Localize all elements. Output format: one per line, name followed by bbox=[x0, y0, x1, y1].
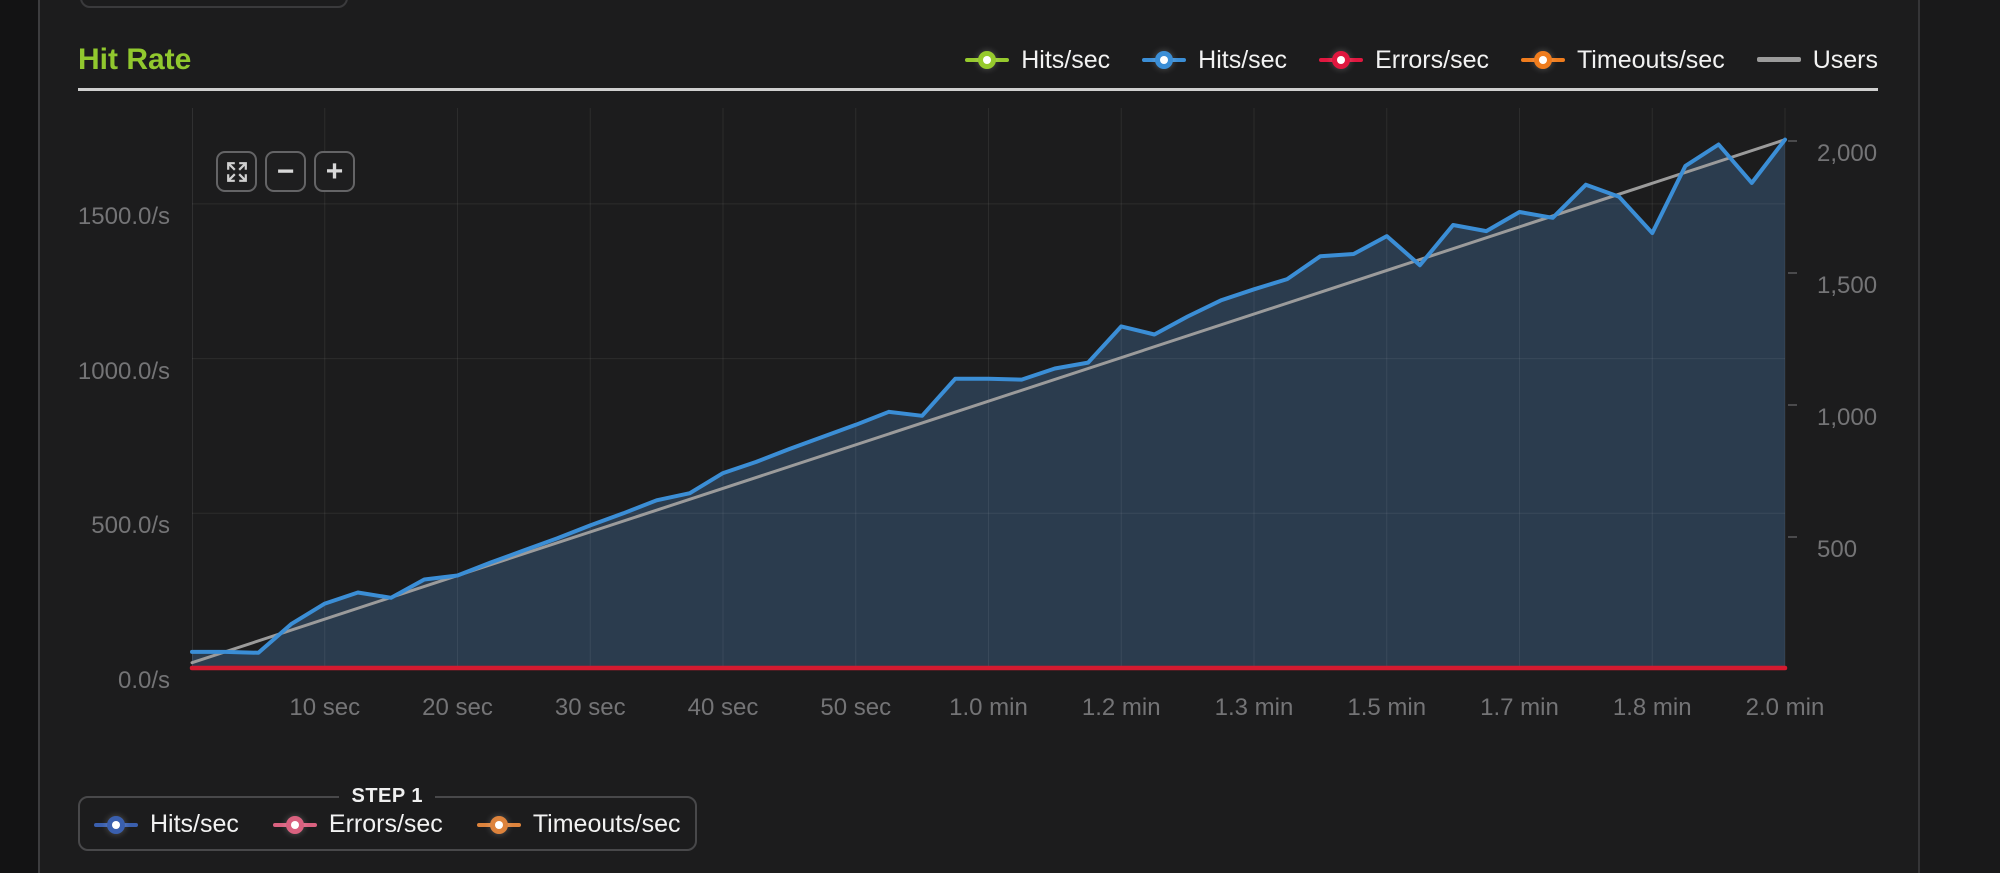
x-axis-label: 2.0 min bbox=[1746, 694, 1825, 722]
x-axis-label: 1.7 min bbox=[1480, 694, 1559, 722]
reset-zoom-button[interactable] bbox=[216, 151, 257, 192]
y-axis-left-labels: 0.0/s 500.0/s 1000.0/s 1500.0/s bbox=[0, 0, 170, 873]
legend-item-label: Timeouts/sec bbox=[533, 810, 681, 839]
x-axis-label: 10 sec bbox=[289, 694, 360, 722]
legend-item-timeouts-sec[interactable]: Timeouts/sec bbox=[1521, 46, 1725, 75]
legend-item-timeouts-sec[interactable]: Timeouts/sec bbox=[477, 810, 681, 839]
legend-item-errors-sec[interactable]: Errors/sec bbox=[1319, 46, 1489, 75]
y-axis-right-tick bbox=[1788, 404, 1797, 406]
x-axis-label: 1.0 min bbox=[949, 694, 1028, 722]
y-axis-left-label: 1000.0/s bbox=[78, 358, 170, 386]
legend-item-label: Hits/sec bbox=[1021, 46, 1110, 75]
x-axis-label: 1.3 min bbox=[1215, 694, 1294, 722]
y-axis-right-label: 1,500 bbox=[1817, 272, 1877, 300]
y-axis-left-label: 500.0/s bbox=[91, 512, 170, 540]
zoom-controls: − + bbox=[216, 151, 355, 192]
y-axis-right-tick bbox=[1788, 272, 1797, 274]
hit-rate-plot-area[interactable] bbox=[192, 108, 1785, 668]
x-axis-label: 50 sec bbox=[820, 694, 891, 722]
x-axis-label: 1.8 min bbox=[1613, 694, 1692, 722]
x-axis-label: 1.2 min bbox=[1082, 694, 1161, 722]
legend-item-hits-sec[interactable]: Hits/sec bbox=[94, 810, 239, 839]
title-underline bbox=[78, 88, 1878, 91]
legend-item-label: Errors/sec bbox=[329, 810, 443, 839]
x-axis-label: 40 sec bbox=[688, 694, 759, 722]
y-axis-right-labels: 500 1,000 1,500 2,000 bbox=[1817, 0, 1997, 873]
chart-legend-top: Hits/secHits/secErrors/secTimeouts/secUs… bbox=[965, 46, 1878, 75]
legend-item-label: Timeouts/sec bbox=[1577, 46, 1725, 75]
legend-marker-icon bbox=[1319, 50, 1363, 70]
legend-marker-icon bbox=[273, 815, 317, 835]
y-axis-right-label: 500 bbox=[1817, 536, 1857, 564]
legend-item-hits-sec[interactable]: Hits/sec bbox=[965, 46, 1110, 75]
x-axis-label: 30 sec bbox=[555, 694, 626, 722]
legend-marker-icon bbox=[1142, 50, 1186, 70]
step-legend-title: STEP 1 bbox=[339, 785, 435, 808]
legend-marker-icon bbox=[965, 50, 1009, 70]
legend-item-hits-sec[interactable]: Hits/sec bbox=[1142, 46, 1287, 75]
zoom-in-button[interactable]: + bbox=[314, 151, 355, 192]
step-legend-items: Hits/sec Errors/sec Timeouts/sec bbox=[94, 808, 681, 839]
expand-arrows-icon bbox=[226, 161, 248, 183]
step-legend-box: STEP 1 Hits/sec Errors/sec Timeouts/sec bbox=[78, 785, 697, 851]
y-axis-right-label: 1,000 bbox=[1817, 404, 1877, 432]
y-axis-left-label: 0.0/s bbox=[118, 667, 170, 695]
panel-header: Hit Rate Hits/secHits/secErrors/secTimeo… bbox=[78, 34, 1878, 86]
legend-marker-icon bbox=[1521, 50, 1565, 70]
y-axis-right-label: 2,000 bbox=[1817, 140, 1877, 168]
y-axis-right-tick bbox=[1788, 140, 1797, 142]
legend-marker-icon bbox=[94, 815, 138, 835]
legend-item-label: Hits/sec bbox=[150, 810, 239, 839]
legend-marker-icon bbox=[477, 815, 521, 835]
y-axis-left-label: 1500.0/s bbox=[78, 203, 170, 231]
legend-item-label: Errors/sec bbox=[1375, 46, 1489, 75]
x-axis-label: 20 sec bbox=[422, 694, 493, 722]
legend-item-errors-sec[interactable]: Errors/sec bbox=[273, 810, 443, 839]
zoom-out-button[interactable]: − bbox=[265, 151, 306, 192]
y-axis-right-tick bbox=[1788, 536, 1797, 538]
legend-item-label: Hits/sec bbox=[1198, 46, 1287, 75]
legend-marker-icon bbox=[1757, 50, 1801, 70]
x-axis-label: 1.5 min bbox=[1347, 694, 1426, 722]
